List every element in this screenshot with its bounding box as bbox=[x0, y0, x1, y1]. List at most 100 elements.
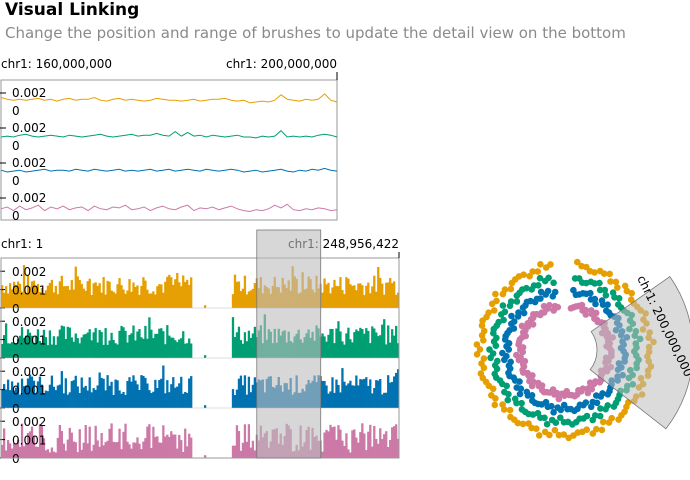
overview-bar bbox=[52, 451, 56, 458]
overview-bar bbox=[251, 288, 255, 308]
overview-bar bbox=[6, 379, 10, 408]
overview-bar bbox=[140, 449, 143, 458]
overview-bar bbox=[76, 276, 79, 308]
overview-bar bbox=[361, 423, 364, 458]
overview-bar bbox=[150, 329, 153, 358]
linked-views-chart[interactable]: chr1: 160,000,000 chr1: 200,000,000 0.00… bbox=[0, 0, 690, 480]
overview-bar bbox=[154, 294, 157, 308]
overview-bar bbox=[94, 282, 97, 308]
overview-bar bbox=[331, 329, 334, 358]
overview-bar bbox=[387, 375, 390, 408]
overview-bar bbox=[359, 432, 362, 458]
overview-bar bbox=[233, 337, 237, 358]
overview-bar bbox=[353, 385, 356, 408]
circular-point bbox=[606, 270, 613, 278]
overview-bar bbox=[231, 294, 235, 308]
overview-bar bbox=[245, 441, 249, 458]
overview-bar bbox=[387, 447, 390, 458]
overview-bar bbox=[126, 342, 129, 358]
overview-bar bbox=[325, 429, 328, 458]
overview-bar bbox=[381, 324, 384, 358]
overview-bar bbox=[351, 385, 354, 408]
overview-bar bbox=[76, 452, 79, 458]
overview-bar bbox=[339, 429, 342, 458]
overview-bar bbox=[162, 365, 165, 408]
overview-view[interactable]: 0.0020.00100.0020.00100.0020.00100.0020.… bbox=[0, 229, 400, 466]
overview-bar bbox=[383, 392, 386, 408]
overview-bar bbox=[146, 426, 149, 458]
overview-bar bbox=[164, 344, 167, 358]
circular-point bbox=[493, 297, 500, 305]
circular-point bbox=[589, 416, 596, 424]
overview-bar bbox=[108, 340, 111, 358]
overview-bar bbox=[373, 328, 376, 358]
overview-bar bbox=[239, 291, 243, 308]
overview-y-tick-label: 0.002 bbox=[12, 265, 46, 279]
detail-view[interactable]: 0.002 0 0.002 0 0.002 0 0.002 0 bbox=[0, 72, 338, 223]
overview-bar bbox=[148, 390, 151, 408]
circular-point bbox=[486, 346, 493, 353]
overview-bar bbox=[168, 392, 171, 408]
overview-bar bbox=[116, 284, 119, 308]
overview-bar bbox=[329, 424, 332, 458]
overview-bar bbox=[176, 273, 179, 308]
overview-bar bbox=[152, 291, 155, 308]
overview-bar bbox=[8, 343, 12, 358]
overview-bar bbox=[172, 434, 175, 458]
overview-bar bbox=[253, 283, 257, 308]
overview-bar bbox=[126, 381, 129, 408]
circular-point bbox=[604, 301, 611, 309]
overview-brush bbox=[256, 229, 322, 459]
overview-bar bbox=[341, 290, 344, 308]
overview-bar bbox=[393, 335, 396, 358]
overview-bar bbox=[375, 291, 378, 308]
overview-bar bbox=[74, 375, 77, 408]
overview-bar bbox=[178, 383, 181, 408]
overview-bar bbox=[132, 442, 135, 458]
overview-bar bbox=[381, 439, 384, 458]
overview-bar bbox=[174, 340, 177, 358]
overview-bar bbox=[150, 393, 153, 408]
overview-bar bbox=[8, 443, 12, 458]
overview-bar bbox=[184, 428, 187, 458]
overview-bar bbox=[74, 333, 77, 358]
overview-bar bbox=[353, 429, 356, 458]
overview-bar bbox=[371, 393, 374, 408]
overview-bar bbox=[54, 344, 58, 358]
overview-bar bbox=[52, 292, 56, 308]
overview-bar bbox=[122, 289, 125, 308]
overview-bar bbox=[128, 444, 131, 458]
overview-bar bbox=[104, 328, 107, 358]
overview-bar bbox=[146, 383, 149, 408]
overview-bar bbox=[70, 432, 73, 458]
overview-bar bbox=[395, 424, 398, 458]
overview-y-tick-label: 0 bbox=[12, 402, 20, 416]
circular-view[interactable] bbox=[473, 258, 690, 442]
overview-bar bbox=[56, 385, 60, 408]
overview-bar bbox=[82, 387, 85, 408]
overview-bar bbox=[333, 343, 336, 358]
overview-bar bbox=[359, 283, 362, 308]
overview-bar bbox=[178, 282, 181, 308]
overview-bar bbox=[4, 286, 8, 308]
overview-bar bbox=[383, 294, 386, 308]
circular-point bbox=[615, 416, 622, 423]
overview-bar bbox=[379, 379, 382, 408]
overview-bar bbox=[126, 441, 129, 458]
circular-point bbox=[518, 322, 526, 330]
overview-bar bbox=[80, 337, 83, 358]
overview-bar bbox=[124, 423, 127, 458]
overview-bar bbox=[134, 380, 137, 408]
overview-bar bbox=[243, 375, 247, 408]
overview-bar bbox=[247, 291, 251, 308]
overview-bar bbox=[62, 443, 65, 458]
overview-bar bbox=[327, 431, 330, 458]
overview-bar bbox=[114, 293, 117, 308]
detail-series-line bbox=[0, 203, 338, 213]
overview-bar bbox=[158, 284, 161, 308]
overview-bar bbox=[389, 382, 392, 408]
overview-bar bbox=[323, 381, 326, 408]
circular-point bbox=[537, 295, 544, 302]
overview-bar bbox=[142, 277, 145, 308]
circular-point bbox=[507, 413, 514, 421]
